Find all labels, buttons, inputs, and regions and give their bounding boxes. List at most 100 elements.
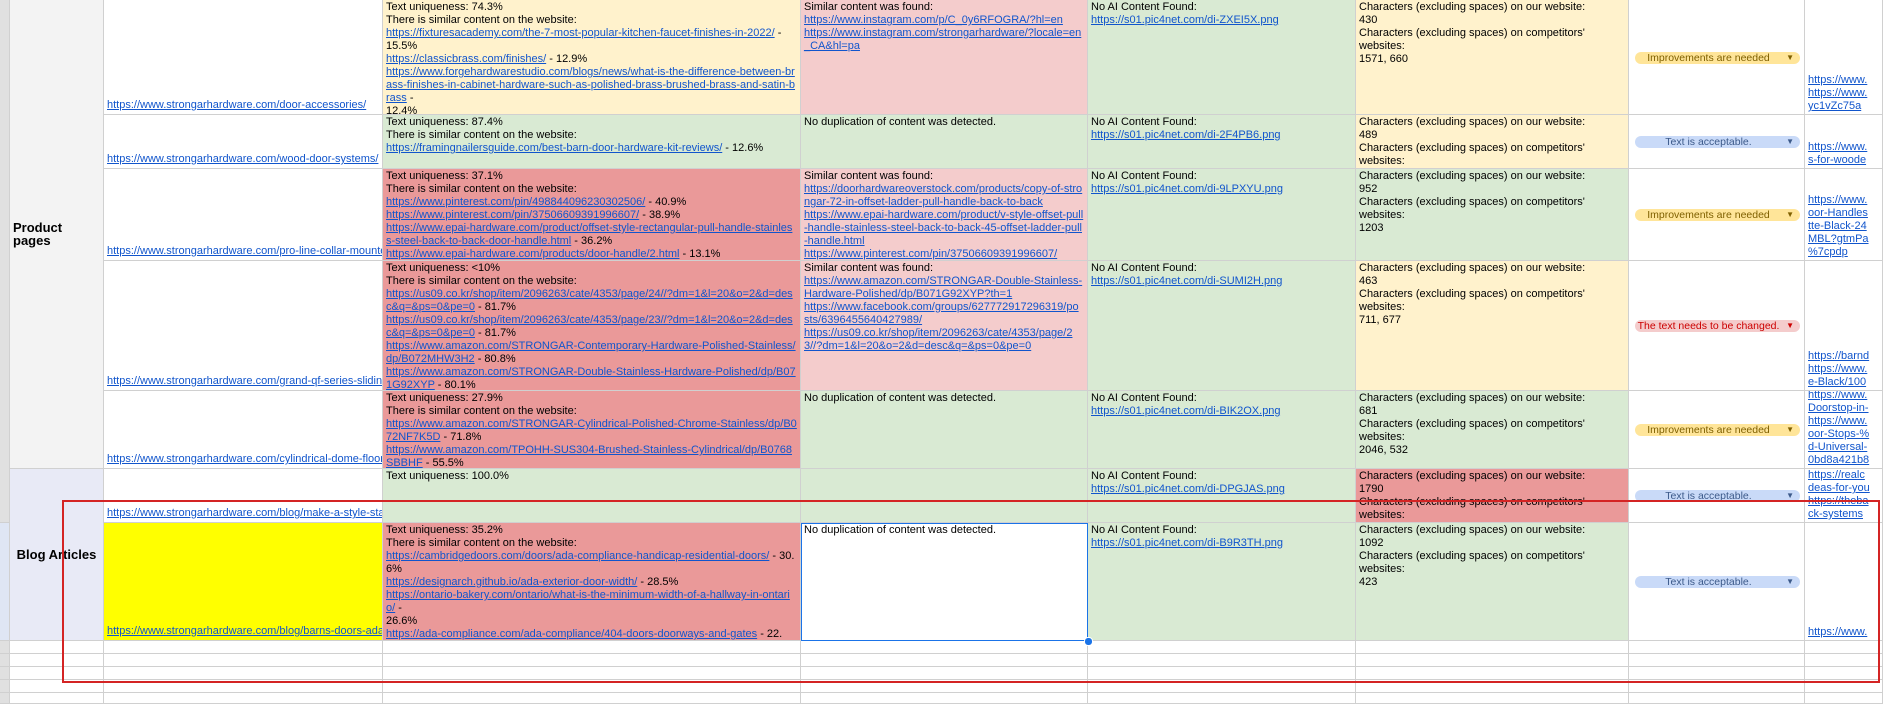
status-dropdown-chip[interactable]: Improvements are needed ▼: [1635, 52, 1800, 64]
empty-cell[interactable]: [1356, 680, 1629, 693]
ai-screenshot-link[interactable]: https://s01.pic4net.com/di-B9R3TH.png: [1091, 537, 1283, 549]
uniqueness-cell[interactable]: Text uniqueness: 35.2% There is similar c…: [383, 523, 801, 641]
empty-cell[interactable]: [104, 654, 383, 667]
empty-cell[interactable]: [10, 654, 104, 667]
character-count-cell[interactable]: Characters (excluding spaces) on our web…: [1356, 169, 1629, 261]
ai-screenshot-link[interactable]: https://s01.pic4net.com/di-BIK2OX.png: [1091, 405, 1281, 417]
empty-cell[interactable]: [1629, 680, 1805, 693]
page-url-cell[interactable]: https://www.strongarhardware.com/blog/ma…: [104, 469, 383, 523]
similar-source-link[interactable]: https://www.forgehardwarestudio.com/blog…: [386, 66, 795, 104]
empty-cell[interactable]: [383, 680, 801, 693]
duplication-cell[interactable]: No duplication of content was detected.: [801, 115, 1088, 169]
empty-cell[interactable]: [1088, 654, 1356, 667]
similar-source-link[interactable]: https://fixturesacademy.com/the-7-most-p…: [386, 27, 775, 39]
status-cell[interactable]: Improvements are needed ▼: [1629, 169, 1805, 261]
duplicate-link[interactable]: https://doorhardwareoverstock.com/produc…: [804, 183, 1082, 208]
character-count-cell[interactable]: Characters (excluding spaces) on our web…: [1356, 391, 1629, 469]
uniqueness-cell[interactable]: Text uniqueness: 27.9% There is similar c…: [383, 391, 801, 469]
similar-source-link[interactable]: https://ada-compliance.com/ada-complianc…: [386, 628, 757, 640]
page-url-cell[interactable]: https://www.strongarhardware.com/door-ac…: [104, 0, 383, 115]
empty-cell[interactable]: [10, 667, 104, 680]
page-url-link[interactable]: https://www.strongarhardware.com/wood-do…: [107, 153, 378, 166]
duplication-cell[interactable]: [801, 469, 1088, 523]
status-dropdown-chip[interactable]: Text is acceptable. ▼: [1635, 490, 1800, 502]
reference-links-cell[interactable]: https://www. Doorstop-in-https://www. oor-…: [1805, 391, 1883, 469]
page-url-link[interactable]: https://www.strongarhardware.com/cylindr…: [107, 453, 382, 466]
similar-source-link[interactable]: https://www.pinterest.com/pin/3750660939…: [386, 209, 639, 221]
reference-link[interactable]: 0bd8a421b8: [1808, 454, 1869, 466]
empty-cell[interactable]: [801, 667, 1088, 680]
status-cell[interactable]: The text needs to be changed. ▼: [1629, 261, 1805, 391]
duplication-cell[interactable]: Similar content was found: https://doorha…: [801, 169, 1088, 261]
character-count-cell[interactable]: Characters (excluding spaces) on our web…: [1356, 261, 1629, 391]
empty-cell[interactable]: [1629, 641, 1805, 654]
duplicate-link[interactable]: https://www.pinterest.com/pin/3750660939…: [804, 248, 1057, 260]
duplicate-link[interactable]: https://www.epai-hardware.com/product/v-…: [804, 209, 1083, 247]
empty-cell[interactable]: [1629, 693, 1805, 704]
reference-link[interactable]: https://www.: [1808, 363, 1867, 375]
page-url-cell[interactable]: https://www.strongarhardware.com/wood-do…: [104, 115, 383, 169]
ai-check-cell[interactable]: No AI Content Found: https://s01.pic4net.…: [1088, 0, 1356, 115]
similar-source-link[interactable]: https://designarch.github.io/ada-exterio…: [386, 576, 637, 588]
reference-link[interactable]: d-Universal-: [1808, 441, 1867, 453]
page-url-cell[interactable]: https://www.strongarhardware.com/blog/ba…: [104, 523, 383, 641]
reference-link[interactable]: ck-systems: [1808, 508, 1863, 520]
empty-cell[interactable]: [1805, 641, 1883, 654]
ai-screenshot-link[interactable]: https://s01.pic4net.com/di-ZXEI5X.png: [1091, 14, 1279, 26]
page-url-link[interactable]: https://www.strongarhardware.com/blog/ma…: [107, 507, 382, 520]
empty-cell[interactable]: [1356, 641, 1629, 654]
status-dropdown-chip[interactable]: The text needs to be changed. ▼: [1635, 320, 1800, 332]
empty-cell[interactable]: [1805, 667, 1883, 680]
reference-link[interactable]: https://www.: [1808, 87, 1867, 99]
duplication-cell[interactable]: No duplication of content was detected.: [801, 391, 1088, 469]
reference-links-cell[interactable]: https://www. s-for-woode: [1805, 115, 1883, 169]
reference-link[interactable]: oor-Stops-%: [1808, 428, 1869, 440]
similar-source-link[interactable]: https://us09.co.kr/shop/item/2096263/cat…: [386, 288, 793, 313]
ai-screenshot-link[interactable]: https://s01.pic4net.com/di-9LPXYU.png: [1091, 183, 1283, 195]
reference-links-cell[interactable]: https://www. https://www. yc1vZc75a: [1805, 0, 1883, 115]
empty-cell[interactable]: [801, 680, 1088, 693]
character-count-cell[interactable]: Characters (excluding spaces) on our web…: [1356, 115, 1629, 169]
empty-cell[interactable]: [104, 667, 383, 680]
similar-source-link[interactable]: https://cambridgedoors.com/doors/ada-com…: [386, 550, 769, 562]
ai-check-cell[interactable]: No AI Content Found: https://s01.pic4net.…: [1088, 169, 1356, 261]
similar-source-link[interactable]: https://us09.co.kr/shop/item/2096263/cat…: [386, 314, 793, 339]
reference-links-cell[interactable]: https://realc deas-for-you https://theba ck…: [1805, 469, 1883, 523]
similar-source-link[interactable]: https://classicbrass.com/finishes/: [386, 53, 546, 65]
reference-link[interactable]: https://www.: [1808, 74, 1867, 86]
uniqueness-cell[interactable]: Text uniqueness: 87.4% There is similar c…: [383, 115, 801, 169]
duplication-cell[interactable]: Similar content was found: https://www.in…: [801, 0, 1088, 115]
reference-link[interactable]: oor-Handles: [1808, 207, 1868, 219]
ai-check-cell[interactable]: No AI Content Found: https://s01.pic4net.…: [1088, 115, 1356, 169]
ai-screenshot-link[interactable]: https://s01.pic4net.com/di-2F4PB6.png: [1091, 129, 1281, 141]
page-url-link[interactable]: https://www.strongarhardware.com/pro-lin…: [107, 245, 382, 258]
status-dropdown-chip[interactable]: Text is acceptable. ▼: [1635, 576, 1800, 588]
empty-cell[interactable]: [1356, 654, 1629, 667]
similar-source-link[interactable]: https://framingnailersguide.com/best-bar…: [386, 142, 722, 154]
duplication-cell[interactable]: Similar content was found: https://www.am…: [801, 261, 1088, 391]
reference-links-cell[interactable]: https://barnd https://www. e-Black/100: [1805, 261, 1883, 391]
page-url-cell[interactable]: https://www.strongarhardware.com/pro-lin…: [104, 169, 383, 261]
reference-link[interactable]: MBL?gtmPa: [1808, 233, 1869, 245]
empty-cell[interactable]: [383, 667, 801, 680]
empty-cell[interactable]: [10, 641, 104, 654]
empty-cell[interactable]: [10, 680, 104, 693]
reference-link[interactable]: https://www.: [1808, 415, 1867, 427]
duplicate-link[interactable]: https://www.instagram.com/p/C_0y6RFOGRA/…: [804, 14, 1063, 26]
reference-link[interactable]: https://theba: [1808, 495, 1869, 507]
reference-link[interactable]: %7cpdp: [1808, 246, 1848, 258]
uniqueness-cell[interactable]: Text uniqueness: 74.3% There is similar c…: [383, 0, 801, 115]
status-cell[interactable]: Text is acceptable. ▼: [1629, 523, 1805, 641]
empty-cell[interactable]: [1088, 641, 1356, 654]
character-count-cell[interactable]: Characters (excluding spaces) on our web…: [1356, 523, 1629, 641]
page-url-link[interactable]: https://www.strongarhardware.com/grand-q…: [107, 375, 382, 388]
empty-cell[interactable]: [1629, 667, 1805, 680]
ai-check-cell[interactable]: No AI Content Found: https://s01.pic4net.…: [1088, 469, 1356, 523]
uniqueness-cell[interactable]: Text uniqueness: 100.0%: [383, 469, 801, 523]
reference-link[interactable]: e-Black/100: [1808, 376, 1866, 388]
empty-cell[interactable]: [801, 641, 1088, 654]
empty-cell[interactable]: [1088, 667, 1356, 680]
reference-link[interactable]: Doorstop-in-: [1808, 402, 1869, 414]
empty-cell[interactable]: [1088, 693, 1356, 704]
status-cell[interactable]: Improvements are needed ▼: [1629, 391, 1805, 469]
